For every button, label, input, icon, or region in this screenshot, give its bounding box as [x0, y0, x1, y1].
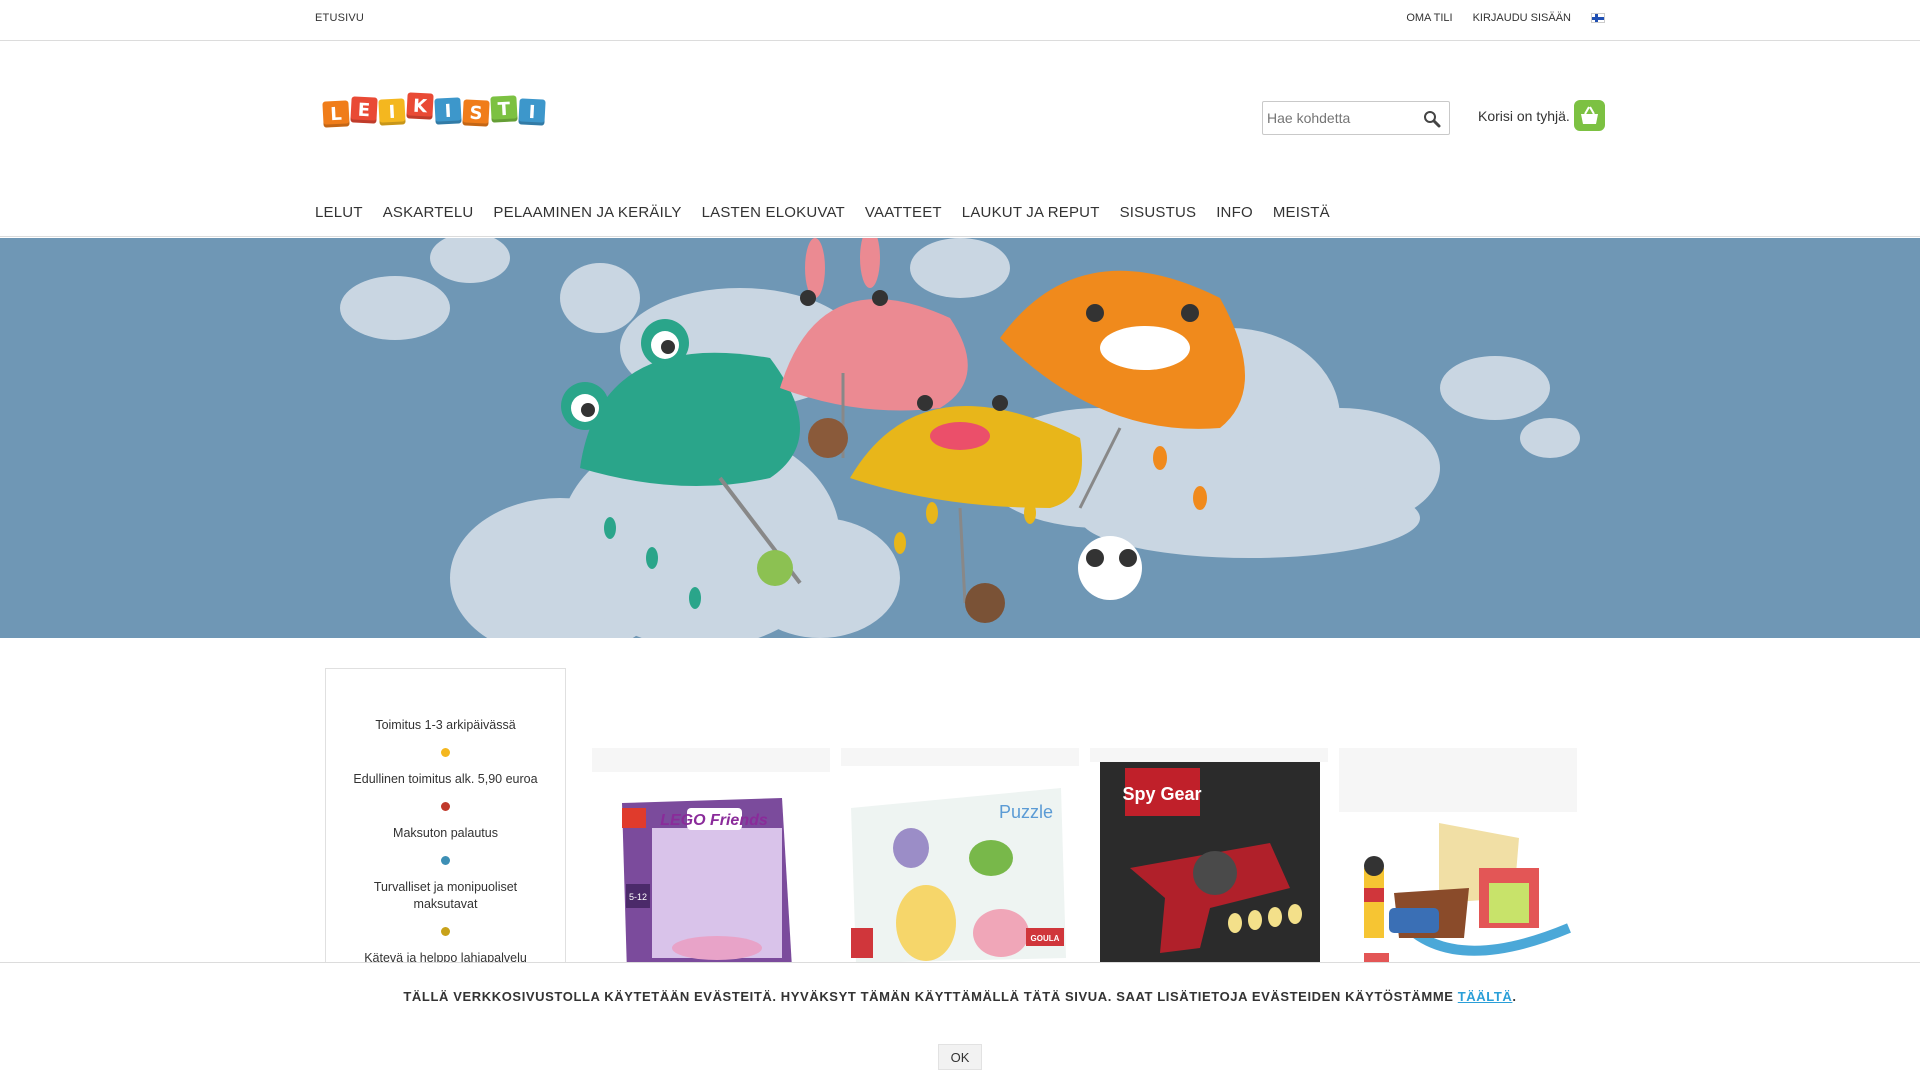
logo-letter: I: [434, 97, 462, 125]
login-link[interactable]: KIRJAUDU SISÄÄN: [1473, 12, 1571, 24]
logo-letter: K: [406, 92, 434, 120]
nav-divider: [0, 236, 1920, 237]
nav-item-info[interactable]: INFO: [1216, 204, 1253, 221]
product-brand-label: Spy Gear: [1122, 784, 1201, 804]
search-box: [1262, 101, 1450, 135]
product-card[interactable]: LEGO Friends 5-12: [592, 748, 830, 988]
nav-item-pelaaminen-ja-keräily[interactable]: PELAAMINEN JA KERÄILY: [493, 204, 681, 221]
basket-icon[interactable]: [1574, 100, 1605, 131]
product-brand-label: Puzzle: [999, 802, 1053, 822]
product-card-header: [1090, 748, 1328, 762]
cookie-ok-button[interactable]: OK: [938, 1044, 982, 1070]
product-card-header: [1339, 748, 1577, 812]
logo-letter: I: [378, 98, 406, 126]
nav-item-sisustus[interactable]: SISUSTUS: [1120, 204, 1197, 221]
product-image[interactable]: Puzzle GOULA: [841, 748, 1079, 988]
cart-status[interactable]: Korisi on tyhjä.: [1478, 108, 1570, 124]
logo-letter: L: [322, 100, 350, 128]
product-carousel: LEGO Friends 5-12 Puzzle GOULA Spy Gear: [592, 748, 1577, 988]
cookie-message: TÄLLÄ VERKKOSIVUSTOLLA KÄYTETÄÄN EVÄSTEI…: [0, 989, 1920, 1004]
logo-letter: T: [490, 95, 518, 123]
usp-item: Edullinen toimitus alk. 5,90 euroa: [353, 772, 538, 786]
nav-item-vaatteet[interactable]: VAATTEET: [865, 204, 942, 221]
usp-dot: [441, 927, 450, 936]
product-maker-label: GOULA: [1031, 934, 1060, 943]
account-link[interactable]: OMA TILI: [1406, 12, 1452, 24]
hero-banner[interactable]: [0, 238, 1920, 638]
search-icon[interactable]: [1423, 110, 1441, 128]
product-image[interactable]: Spy Gear: [1090, 748, 1328, 988]
cookie-banner: TÄLLÄ VERKKOSIVUSTOLLA KÄYTETÄÄN EVÄSTEI…: [0, 962, 1920, 1080]
usp-dot: [441, 802, 450, 811]
finnish-flag-icon[interactable]: [1591, 13, 1605, 23]
account-links: OMA TILI KIRJAUDU SISÄÄN: [1406, 12, 1605, 24]
product-brand-label: LEGO Friends: [660, 812, 768, 829]
nav-item-laukut-ja-reput[interactable]: LAUKUT JA REPUT: [962, 204, 1100, 221]
product-image[interactable]: LEGO Friends 5-12: [592, 748, 830, 988]
usp-item: Toimitus 1-3 arkipäivässä: [375, 718, 516, 732]
product-card-header: [592, 748, 830, 772]
usp-box: Toimitus 1-3 arkipäivässä Edullinen toimi…: [325, 668, 566, 990]
home-link[interactable]: ETUSIVU: [315, 12, 364, 24]
nav-item-lelut[interactable]: LELUT: [315, 204, 363, 221]
main-nav: LELUT ASKARTELU PELAAMINEN JA KERÄILY LASTE…: [315, 204, 1330, 221]
usp-dot: [441, 748, 450, 757]
nav-item-meistä[interactable]: MEISTÄ: [1273, 204, 1330, 221]
hero-illustration: [340, 238, 1580, 638]
site-logo[interactable]: LEIKISTI: [322, 92, 546, 128]
product-card-header: [841, 748, 1079, 766]
top-bar: ETUSIVU OMA TILI KIRJAUDU SISÄÄN: [0, 0, 1920, 41]
cookie-text: TÄLLÄ VERKKOSIVUSTOLLA KÄYTETÄÄN EVÄSTEI…: [403, 989, 1458, 1004]
usp-dot: [441, 856, 450, 865]
cookie-info-link[interactable]: TÄÄLTÄ: [1458, 989, 1513, 1004]
product-card[interactable]: [1339, 748, 1577, 988]
product-age-label: 5-12: [629, 892, 647, 902]
usp-item: Maksuton palautus: [393, 826, 498, 840]
cookie-text-suffix: .: [1512, 989, 1517, 1004]
nav-item-askartelu[interactable]: ASKARTELU: [383, 204, 474, 221]
logo-letter: S: [462, 99, 490, 127]
product-card[interactable]: Spy Gear: [1090, 748, 1328, 988]
logo-letter: E: [350, 96, 378, 124]
search-input[interactable]: [1263, 102, 1413, 134]
product-card[interactable]: Puzzle GOULA: [841, 748, 1079, 988]
nav-item-lasten-elokuvat[interactable]: LASTEN ELOKUVAT: [702, 204, 845, 221]
usp-item: Turvalliset ja monipuoliset maksutavat: [373, 880, 518, 911]
logo-letter: I: [518, 98, 546, 126]
